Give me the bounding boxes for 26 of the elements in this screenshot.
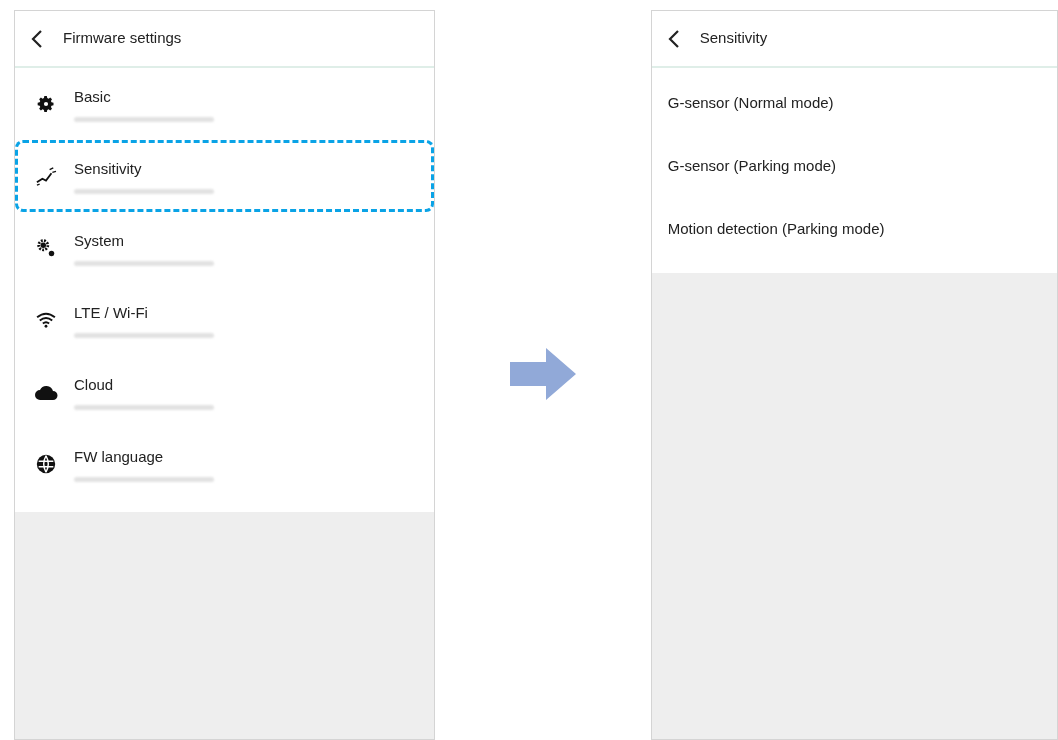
back-icon[interactable] <box>667 28 680 49</box>
item-label: FW language <box>74 447 165 468</box>
back-icon[interactable] <box>31 28 43 49</box>
sensitivity-option[interactable]: G-sensor (Normal mode) <box>651 72 1057 135</box>
globe-icon <box>35 453 57 475</box>
settings-item[interactable]: Basic <box>15 68 435 140</box>
item-label: LTE / Wi-Fi <box>74 303 149 324</box>
screen-title: Firmware settings <box>63 28 182 49</box>
settings-item[interactable]: System <box>15 212 435 284</box>
item-label: Sensitivity <box>74 159 143 180</box>
screen-title: Sensitivity <box>699 28 768 49</box>
right-arrow-icon <box>509 348 576 400</box>
sensor-icon <box>35 166 57 186</box>
settings-item[interactable]: Cloud <box>15 356 435 428</box>
item-label: Basic <box>74 87 112 108</box>
sensitivity-option[interactable]: Motion detection (Parking mode) <box>651 198 1057 261</box>
settings-item[interactable]: Sensitivity <box>15 140 435 212</box>
gear-icon <box>36 94 56 114</box>
settings-item[interactable]: FW language <box>15 428 435 500</box>
settings-item[interactable]: LTE / Wi-Fi <box>15 284 435 356</box>
sensitivity-option[interactable]: G-sensor (Parking mode) <box>651 135 1057 198</box>
wifi-icon <box>35 312 57 328</box>
gears-icon <box>35 237 57 259</box>
item-label: Cloud <box>74 375 115 396</box>
cloud-icon <box>34 384 58 400</box>
item-label: System <box>74 231 125 252</box>
